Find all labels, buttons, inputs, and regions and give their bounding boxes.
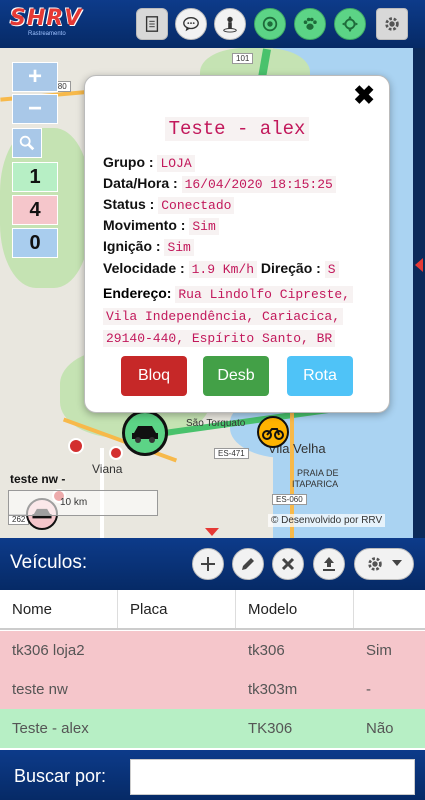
cell-nome: Teste - alex [12, 720, 89, 737]
document-icon [145, 16, 159, 32]
desb-button[interactable]: Desb [203, 356, 269, 396]
search-input[interactable] [130, 759, 415, 795]
pencil-icon [242, 558, 254, 570]
cell-movimento: - [366, 681, 371, 698]
caret-down-icon [392, 560, 402, 566]
person-pin-icon [223, 16, 237, 33]
document-button[interactable] [136, 8, 168, 40]
bloq-button[interactable]: Bloq [121, 356, 187, 396]
road-shield: 101 [232, 53, 254, 64]
stopped-count[interactable]: 4 [12, 195, 58, 225]
place-label: São Torquato [186, 418, 246, 429]
settings-button[interactable] [376, 8, 408, 40]
gear-icon [368, 557, 382, 571]
column-header-nome[interactable]: Nome [0, 590, 118, 628]
upload-icon [323, 557, 335, 571]
plus-icon [201, 557, 215, 571]
cell-modelo: tk306 [248, 642, 285, 659]
map-credit: © Desenvolvido por RRV [268, 514, 386, 527]
close-x-icon [281, 557, 295, 571]
add-vehicle-button[interactable] [192, 548, 224, 580]
cell-modelo: tk303m [248, 681, 298, 698]
paw-button[interactable] [294, 8, 326, 40]
target-button[interactable] [254, 8, 286, 40]
place-label: ITAPARICA [292, 479, 339, 489]
motorcycle-icon [262, 428, 284, 440]
expand-right-icon[interactable] [415, 258, 425, 272]
endereco-block: Endereço: Rua Lindolfo Cipreste, Vila In… [103, 283, 375, 349]
chat-icon [183, 17, 199, 32]
magnifier-icon [19, 135, 35, 151]
crosshair-button[interactable] [334, 8, 366, 40]
search-bar: Buscar por: [0, 750, 425, 800]
grupo-row: Grupo : LOJA [103, 154, 195, 172]
vehicle-marker-moto[interactable] [257, 416, 289, 448]
ignicao-row: Ignição : Sim [103, 238, 194, 256]
cell-movimento: Não [366, 720, 394, 737]
person-pin-button[interactable] [214, 8, 246, 40]
upload-button[interactable] [313, 548, 345, 580]
close-icon[interactable]: ✖ [353, 80, 375, 111]
vehicles-title: Veículos: [10, 552, 88, 573]
stop-marker[interactable] [109, 446, 123, 460]
gear-icon [385, 17, 399, 31]
target-icon [262, 16, 278, 32]
zoom-in-button[interactable]: + [12, 62, 58, 92]
edit-vehicle-button[interactable] [232, 548, 264, 580]
vehicle-settings-dropdown[interactable] [354, 548, 414, 580]
place-label: PRAIA DE [297, 468, 339, 478]
app-logo: SHRV Rastreamento [10, 6, 83, 37]
movimento-row: Movimento : Sim [103, 217, 219, 235]
header-divider [0, 628, 425, 630]
table-row[interactable]: tk306 loja2 tk306 Sim [0, 631, 425, 670]
car-icon [132, 426, 158, 443]
cell-modelo: TK306 [248, 720, 293, 737]
table-row[interactable]: Teste - alex TK306 Não [0, 709, 425, 748]
collapse-arrow-icon[interactable] [205, 528, 219, 538]
map-scale-text: 10 km [60, 497, 88, 508]
road-shield: ES-060 [272, 494, 307, 505]
datahora-row: Data/Hora : 16/04/2020 18:15:25 [103, 175, 336, 193]
unit-label: teste nw - [10, 472, 66, 486]
popup-title: Teste - alex [85, 117, 389, 141]
moving-count[interactable]: 1 [12, 162, 58, 192]
road-shield: ES-471 [214, 448, 249, 459]
chat-button[interactable] [175, 8, 207, 40]
paw-icon [303, 17, 317, 30]
vehicles-table: Nome Placa Modelo tk306 loja2 tk306 Sim … [0, 590, 425, 750]
table-row[interactable]: teste nw tk303m - [0, 670, 425, 709]
top-toolbar: SHRV Rastreamento [0, 0, 425, 48]
search-label: Buscar por: [14, 766, 107, 786]
map-search-button[interactable] [12, 128, 42, 158]
crosshair-icon [341, 15, 359, 33]
velocidade-row: Velocidade : 1.9 Km/h Direção : S [103, 260, 339, 278]
rota-button[interactable]: Rota [287, 356, 353, 396]
cell-movimento: Sim [366, 642, 392, 659]
status-row: Status : Conectado [103, 196, 235, 214]
offline-count[interactable]: 0 [12, 228, 58, 258]
vehicle-marker-teste-alex[interactable] [122, 410, 168, 456]
zoom-out-button[interactable]: − [12, 94, 58, 124]
place-label: Viana [92, 462, 123, 476]
column-header-movimento[interactable] [354, 590, 425, 628]
delete-vehicle-button[interactable] [272, 548, 304, 580]
cell-nome: teste nw [12, 681, 68, 698]
column-header-placa[interactable]: Placa [118, 590, 236, 628]
cell-nome: tk306 loja2 [12, 642, 85, 659]
column-header-modelo[interactable]: Modelo [236, 590, 354, 628]
vehicle-info-popup: ✖ Teste - alex Grupo : LOJA Data/Hora : … [84, 75, 390, 413]
stop-marker[interactable] [68, 438, 84, 454]
